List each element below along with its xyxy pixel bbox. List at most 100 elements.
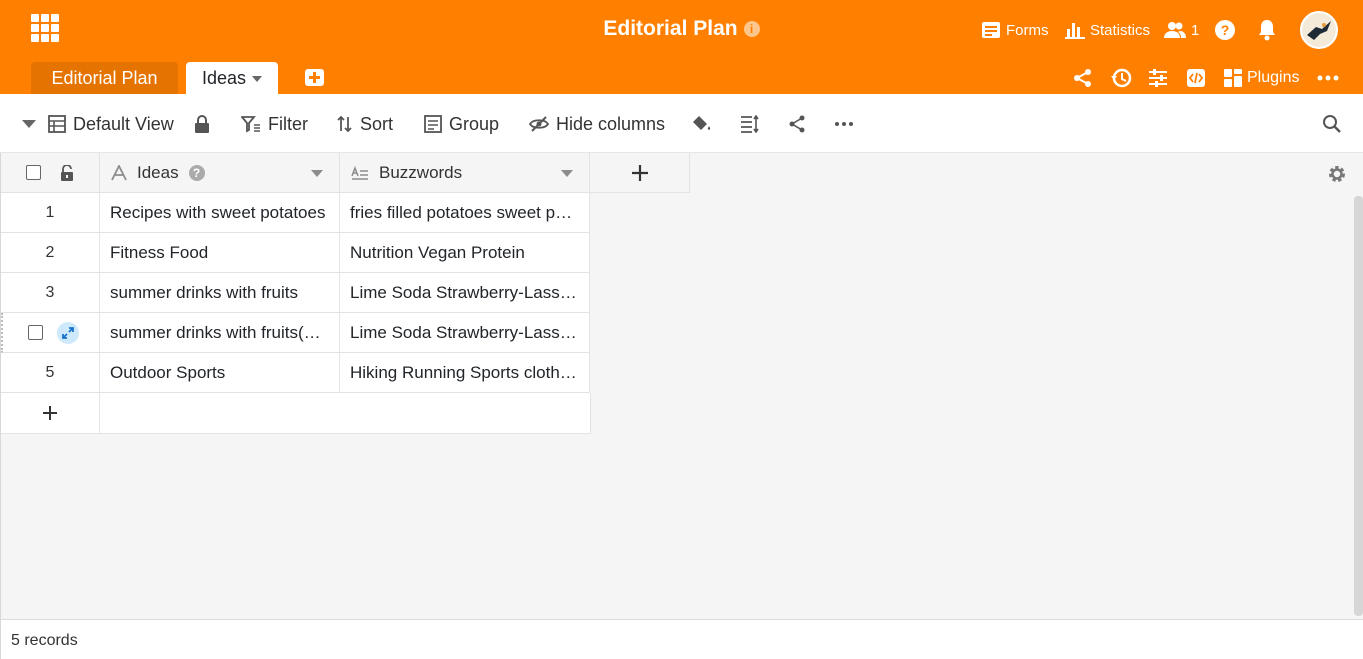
table-cell[interactable]: Lime Soda Strawberry-Lassi Smoothie <box>340 273 590 313</box>
group-button[interactable]: Group <box>424 108 499 140</box>
vertical-scrollbar[interactable] <box>1354 196 1363 616</box>
more-view-options-button[interactable] <box>834 108 854 140</box>
expand-arrows-icon <box>62 326 74 339</box>
bar-chart-icon <box>1065 23 1085 39</box>
row-height-button[interactable] <box>740 108 760 140</box>
hide-columns-button[interactable]: Hide columns <box>529 108 665 140</box>
row-number[interactable]: 5 <box>1 353 100 393</box>
plugins-button[interactable]: Plugins <box>1224 66 1299 90</box>
filter-icon <box>241 116 260 133</box>
table-cell[interactable]: summer drinks with fruits(copy) <box>100 313 340 353</box>
row-number[interactable]: 2 <box>1 233 100 273</box>
code-icon <box>1187 69 1205 87</box>
lock-view-button[interactable] <box>194 108 210 140</box>
filter-button[interactable]: Filter <box>241 108 308 140</box>
more-horizontal-icon <box>1317 75 1339 81</box>
share-view-button[interactable] <box>788 108 806 140</box>
notifications-button[interactable] <box>1257 16 1277 44</box>
grid-settings-button[interactable] <box>1327 164 1347 189</box>
users-icon <box>1164 22 1186 38</box>
column-description-icon[interactable]: ? <box>188 164 205 181</box>
help-button[interactable]: ? <box>1214 16 1236 44</box>
search-icon <box>1323 115 1341 133</box>
more-options-button[interactable] <box>1317 66 1339 90</box>
filter-label: Filter <box>268 113 308 134</box>
views-toggle-button[interactable] <box>22 108 36 140</box>
table-cell[interactable]: Hiking Running Sports clothing <box>340 353 590 393</box>
row-select-cell <box>1 313 100 353</box>
collaborators-button[interactable]: 1 <box>1164 16 1199 44</box>
share-button[interactable] <box>1073 66 1093 90</box>
history-button[interactable] <box>1110 66 1132 90</box>
add-column-button[interactable] <box>590 153 690 193</box>
table-cell[interactable]: Fitness Food <box>100 233 340 273</box>
caret-down-icon <box>22 120 36 128</box>
paint-bucket-icon <box>693 116 711 130</box>
table-cell[interactable]: Recipes with sweet potatoes <box>100 193 340 233</box>
unlock-icon[interactable] <box>60 164 74 181</box>
script-button[interactable] <box>1186 66 1206 90</box>
forms-label: Forms <box>1006 21 1049 39</box>
bell-icon <box>1259 20 1275 41</box>
row-checkbox[interactable] <box>28 325 43 340</box>
column-title: Buzzwords <box>379 162 463 182</box>
table-grid: Ideas ? Buzzwords 1 Recipes with sweet p… <box>0 153 1363 619</box>
hide-columns-label: Hide columns <box>556 113 666 134</box>
cell-text: summer drinks with fruits <box>110 282 298 302</box>
user-avatar[interactable] <box>1300 11 1338 49</box>
view-toolbar: Default View Filter Sort Group Hide colu… <box>0 94 1363 153</box>
tab-ideas[interactable]: Ideas <box>186 62 278 94</box>
gear-icon <box>1329 166 1345 182</box>
caret-down-icon[interactable] <box>252 76 263 82</box>
long-text-type-icon <box>351 165 368 180</box>
cell-text: Recipes with sweet potatoes <box>110 202 326 222</box>
apps-grid-icon[interactable] <box>31 14 59 42</box>
row-number[interactable]: 1 <box>1 193 100 233</box>
table-view-icon <box>48 115 66 133</box>
add-row-area[interactable] <box>100 393 591 434</box>
row-color-button[interactable] <box>692 108 712 140</box>
add-row-button[interactable] <box>1 393 100 434</box>
cell-text: fries filled potatoes sweet potatoes <box>350 202 589 222</box>
add-table-button[interactable] <box>305 69 324 86</box>
info-icon[interactable]: i <box>743 21 760 37</box>
search-button[interactable] <box>1322 108 1342 140</box>
table-cell[interactable]: fries filled potatoes sweet potatoes <box>340 193 590 233</box>
app-header: Editorial Plan i Forms Statistics 1 ? Edi… <box>0 0 1363 94</box>
group-icon <box>424 115 442 133</box>
statistics-label: Statistics <box>1090 21 1151 39</box>
status-bar: 5 records <box>0 619 1363 659</box>
view-selector[interactable]: Default View <box>48 108 174 140</box>
column-header-buzzwords[interactable]: Buzzwords <box>340 153 590 193</box>
tab-editorial-plan[interactable]: Editorial Plan <box>31 62 178 94</box>
tab-label: Editorial Plan <box>51 67 158 88</box>
caret-down-icon[interactable] <box>561 170 573 177</box>
share-icon <box>1074 69 1091 87</box>
table-cell[interactable]: summer drinks with fruits <box>100 273 340 313</box>
forms-button[interactable]: Forms <box>981 16 1049 44</box>
column-header-ideas[interactable]: Ideas ? <box>100 153 340 193</box>
row-number[interactable]: 3 <box>1 273 100 313</box>
sort-button[interactable]: Sort <box>337 108 393 140</box>
table-cell[interactable]: Outdoor Sports <box>100 353 340 393</box>
sliders-icon <box>1149 69 1167 87</box>
caret-down-icon[interactable] <box>311 170 323 177</box>
sort-label: Sort <box>360 113 394 134</box>
avatar-image <box>1302 13 1336 47</box>
history-icon <box>1111 68 1132 88</box>
plugins-icon <box>1224 69 1242 87</box>
base-title[interactable]: Editorial Plan <box>603 17 737 41</box>
table-cell[interactable]: Nutrition Vegan Protein <box>340 233 590 273</box>
share-icon <box>789 115 805 133</box>
cell-text: Hiking Running Sports clothing <box>350 362 583 382</box>
statistics-button[interactable]: Statistics <box>1065 16 1150 44</box>
settings-sliders-button[interactable] <box>1148 66 1168 90</box>
cell-text: Outdoor Sports <box>110 362 226 382</box>
group-label: Group <box>449 113 500 134</box>
collaborators-count: 1 <box>1191 21 1200 39</box>
expand-row-icon[interactable] <box>57 321 79 344</box>
table-cell[interactable]: Lime Soda Strawberry-Lassi Smoothie <box>340 313 590 353</box>
eye-slash-icon <box>529 116 549 132</box>
select-all-checkbox[interactable] <box>26 165 41 180</box>
cell-text: summer drinks with fruits(copy) <box>110 322 339 342</box>
